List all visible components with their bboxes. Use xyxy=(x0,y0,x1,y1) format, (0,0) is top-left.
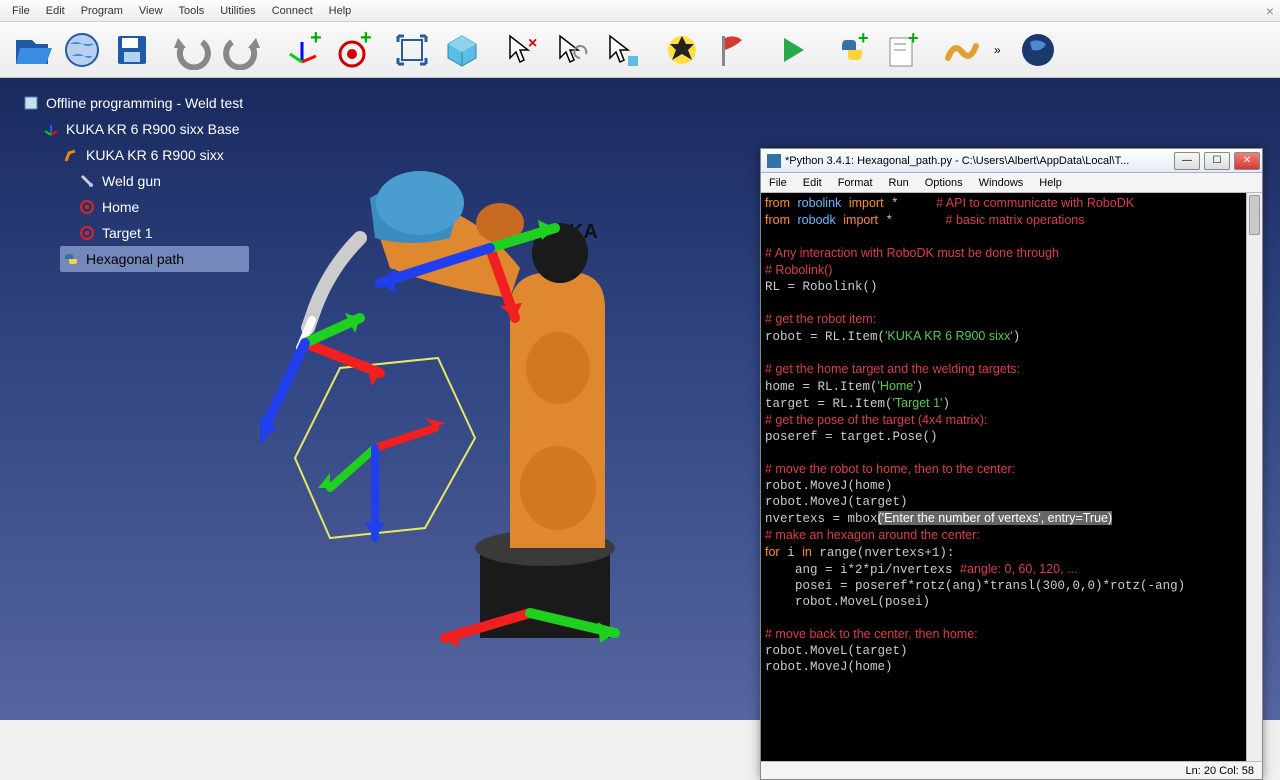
menu-tools[interactable]: Tools xyxy=(171,3,213,19)
idle-menu-help[interactable]: Help xyxy=(1031,175,1070,191)
scrollbar-thumb[interactable] xyxy=(1249,195,1260,235)
select-frame-button[interactable] xyxy=(598,26,646,74)
target-icon xyxy=(78,224,96,242)
flag-button[interactable] xyxy=(708,26,756,74)
tree-item[interactable]: Weld gun xyxy=(76,168,249,194)
isometric-button[interactable] xyxy=(438,26,486,74)
svg-text:+: + xyxy=(908,30,919,48)
select-move-button[interactable]: × xyxy=(498,26,546,74)
idle-code-area[interactable]: from robolink import * # API to communic… xyxy=(761,193,1246,761)
fit-view-button[interactable] xyxy=(388,26,436,74)
svg-text:»: » xyxy=(994,43,1001,57)
menu-program[interactable]: Program xyxy=(73,3,131,19)
idle-menu-file[interactable]: File xyxy=(761,175,795,191)
menu-file[interactable]: File xyxy=(4,3,38,19)
collision-button[interactable] xyxy=(658,26,706,74)
robot-icon xyxy=(62,146,80,164)
worm-button[interactable] xyxy=(938,26,986,74)
idle-status-bar: Ln: 20 Col: 58 xyxy=(761,761,1262,779)
tree-item-label: Target 1 xyxy=(102,225,153,241)
expand-button[interactable]: » xyxy=(988,26,1012,74)
app-menu-bar: File Edit Program View Tools Utilities C… xyxy=(0,0,1280,22)
svg-text:+: + xyxy=(310,30,322,49)
tree-item[interactable]: KUKA KR 6 R900 sixx Base xyxy=(40,116,249,142)
add-frame-button[interactable]: + xyxy=(278,26,326,74)
redo-button[interactable] xyxy=(218,26,266,74)
idle-minimize-button[interactable]: — xyxy=(1174,152,1200,170)
idle-menu-edit[interactable]: Edit xyxy=(795,175,830,191)
tree-root-label: Offline programming - Weld test xyxy=(46,95,243,111)
station-icon xyxy=(22,94,40,112)
idle-close-button[interactable]: ✕ xyxy=(1234,152,1260,170)
main-toolbar: + + × + + » xyxy=(0,22,1280,78)
tree-item-label: KUKA KR 6 R900 sixx Base xyxy=(66,121,240,137)
tree-root[interactable]: Offline programming - Weld test xyxy=(20,90,249,116)
robot-base-icon xyxy=(42,120,60,138)
save-button[interactable] xyxy=(108,26,156,74)
python-icon xyxy=(62,250,80,268)
select-rotate-button[interactable] xyxy=(548,26,596,74)
tree-item-label: KUKA KR 6 R900 sixx xyxy=(86,147,224,163)
menu-edit[interactable]: Edit xyxy=(38,3,73,19)
tree-item[interactable]: Home xyxy=(76,194,249,220)
tree-item[interactable]: Target 1 xyxy=(76,220,249,246)
tree-item-label: Weld gun xyxy=(102,173,161,189)
3d-viewport[interactable]: Offline programming - Weld test KUKA KR … xyxy=(0,78,1280,720)
idle-menu-format[interactable]: Format xyxy=(830,175,881,191)
idle-window[interactable]: *Python 3.4.1: Hexagonal_path.py - C:\Us… xyxy=(760,148,1263,780)
menu-help[interactable]: Help xyxy=(321,3,360,19)
tree-item[interactable]: KUKA KR 6 R900 sixx xyxy=(60,142,249,168)
station-tree: Offline programming - Weld test KUKA KR … xyxy=(20,90,249,272)
svg-text:+: + xyxy=(360,30,372,49)
run-button[interactable] xyxy=(768,26,816,74)
tree-item[interactable]: Hexagonal path xyxy=(60,246,249,272)
idle-menu-options[interactable]: Options xyxy=(917,175,971,191)
add-python-button[interactable]: + xyxy=(828,26,876,74)
idle-scrollbar[interactable] xyxy=(1246,193,1262,761)
python-icon xyxy=(767,154,781,168)
menu-view[interactable]: View xyxy=(131,3,171,19)
idle-maximize-button[interactable]: ☐ xyxy=(1204,152,1230,170)
idle-menu-run[interactable]: Run xyxy=(881,175,917,191)
robot-illustration: KUKA xyxy=(260,108,680,678)
svg-text:×: × xyxy=(528,35,537,52)
undo-button[interactable] xyxy=(168,26,216,74)
tree-item-label: Home xyxy=(102,199,139,215)
window-close-icon[interactable]: × xyxy=(1266,3,1274,19)
menu-connect[interactable]: Connect xyxy=(264,3,321,19)
help-globe-button[interactable] xyxy=(1014,26,1062,74)
tree-item-label: Hexagonal path xyxy=(86,251,184,267)
idle-title-text: *Python 3.4.1: Hexagonal_path.py - C:\Us… xyxy=(785,155,1129,167)
idle-menu-windows[interactable]: Windows xyxy=(971,175,1032,191)
tool-icon xyxy=(78,172,96,190)
idle-menu-bar: File Edit Format Run Options Windows Hel… xyxy=(761,173,1262,193)
open-button[interactable] xyxy=(8,26,56,74)
world-button[interactable] xyxy=(58,26,106,74)
idle-title-bar[interactable]: *Python 3.4.1: Hexagonal_path.py - C:\Us… xyxy=(761,149,1262,173)
add-program-button[interactable]: + xyxy=(878,26,926,74)
svg-text:+: + xyxy=(858,30,869,48)
add-target-button[interactable]: + xyxy=(328,26,376,74)
idle-cursor-pos: Ln: 20 Col: 58 xyxy=(1186,765,1255,777)
menu-utilities[interactable]: Utilities xyxy=(212,3,263,19)
target-icon xyxy=(78,198,96,216)
